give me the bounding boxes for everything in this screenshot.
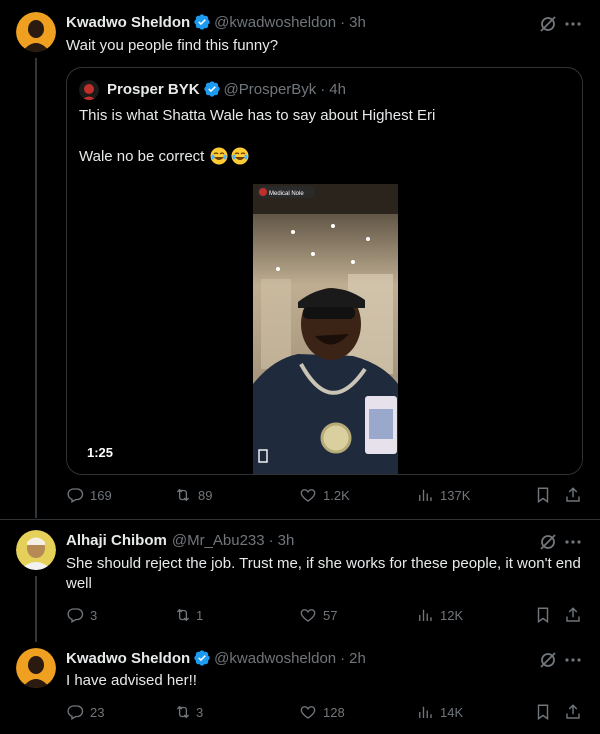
- reply-icon: [67, 705, 84, 720]
- tweet-2[interactable]: Alhaji Chibom @Mr_Abu233 · 3h She should…: [0, 520, 600, 638]
- tweet-3[interactable]: Kwadwo Sheldon @kwadwosheldon · 2h I hav…: [0, 638, 600, 734]
- repost-button[interactable]: 3: [174, 703, 203, 721]
- verified-badge-icon: [193, 649, 211, 667]
- views-count: 14K: [440, 704, 464, 720]
- quote-text-line2: Wale no be correct: [79, 147, 249, 165]
- reply-count: 169: [90, 487, 112, 503]
- verified-badge-icon: [193, 13, 211, 31]
- tweet-1[interactable]: Kwadwo Sheldon @kwadwosheldon · 3h Wait …: [0, 0, 600, 520]
- repost-icon: [176, 488, 190, 502]
- author-handle[interactable]: @kwadwosheldon: [214, 650, 336, 667]
- bookmark-icon[interactable]: [534, 486, 552, 504]
- action-bar: 169 89 1.2K 137K: [66, 486, 583, 506]
- avatar[interactable]: [16, 648, 56, 688]
- repost-icon: [176, 608, 190, 622]
- timestamp[interactable]: 3h: [349, 14, 366, 31]
- author-name[interactable]: Alhaji Chibom: [66, 532, 167, 549]
- views-button[interactable]: 137K: [416, 486, 470, 504]
- quote-text-line2-text: Wale no be correct: [79, 147, 205, 165]
- author-name[interactable]: Kwadwo Sheldon: [66, 14, 190, 31]
- reply-button[interactable]: 3: [66, 606, 97, 624]
- repost-icon: [176, 705, 190, 719]
- more-icon[interactable]: [563, 532, 583, 552]
- repost-button[interactable]: 1: [174, 606, 203, 624]
- quote-avatar[interactable]: [79, 80, 99, 100]
- tweet-text: Wait you people find this funny?: [66, 37, 279, 54]
- like-icon: [300, 489, 316, 502]
- like-icon: [300, 706, 316, 719]
- timestamp[interactable]: 3h: [278, 532, 295, 549]
- more-icon[interactable]: [563, 14, 583, 34]
- reply-count: 3: [90, 607, 98, 623]
- share-icon[interactable]: [564, 606, 582, 624]
- quote-author-name[interactable]: Prosper BYK: [107, 81, 200, 98]
- like-count: 1.2K: [323, 487, 350, 503]
- author-handle[interactable]: @Mr_Abu233: [172, 532, 265, 549]
- separator-dot: ·: [268, 532, 274, 549]
- like-count: 128: [323, 704, 345, 720]
- action-bar: 3 1 57 12K: [66, 606, 583, 626]
- laughing-emoji-icon: [210, 147, 228, 165]
- author-handle[interactable]: @kwadwosheldon: [214, 14, 336, 31]
- views-icon: [419, 609, 432, 621]
- share-icon[interactable]: [564, 703, 582, 721]
- tweet-text: I have advised her!!: [66, 672, 197, 689]
- quote-timestamp[interactable]: 4h: [329, 81, 346, 98]
- grok-icon[interactable]: [538, 14, 558, 34]
- verified-badge-icon: [203, 80, 221, 98]
- repost-count: 3: [196, 704, 204, 720]
- video-thumbnail[interactable]: Medical Nole: [253, 184, 398, 474]
- avatar[interactable]: [16, 12, 56, 52]
- author-name[interactable]: Kwadwo Sheldon: [66, 650, 190, 667]
- repost-button[interactable]: 89: [174, 486, 212, 504]
- views-icon: [419, 706, 432, 718]
- share-icon[interactable]: [564, 486, 582, 504]
- repost-count: 1: [196, 607, 204, 623]
- views-button[interactable]: 12K: [416, 606, 463, 624]
- laughing-emoji-icon: [231, 147, 249, 165]
- avatar[interactable]: [16, 530, 56, 570]
- reply-count: 23: [90, 704, 105, 720]
- like-count: 57: [323, 607, 338, 623]
- bookmark-icon[interactable]: [534, 703, 552, 721]
- views-count: 137K: [440, 487, 471, 503]
- like-button[interactable]: 128: [299, 703, 345, 721]
- action-bar: 23 3 128 14K: [66, 703, 583, 723]
- more-icon[interactable]: [563, 650, 583, 670]
- reply-icon: [67, 488, 84, 503]
- bookmark-icon[interactable]: [534, 606, 552, 624]
- views-button[interactable]: 14K: [416, 703, 463, 721]
- like-icon: [300, 609, 316, 622]
- tweet-text: She should reject the job. Trust me, if …: [66, 555, 581, 592]
- reply-button[interactable]: 169: [66, 486, 112, 504]
- reply-icon: [67, 608, 84, 623]
- repost-count: 89: [198, 487, 213, 503]
- timestamp[interactable]: 2h: [349, 650, 366, 667]
- video-player[interactable]: Medical Nole 1:25: [67, 184, 582, 474]
- video-duration: 1:25: [87, 445, 114, 460]
- views-icon: [419, 489, 432, 501]
- like-button[interactable]: 57: [299, 606, 337, 624]
- grok-icon[interactable]: [538, 532, 558, 552]
- separator-dot: ·: [320, 80, 326, 98]
- grok-icon[interactable]: [538, 650, 558, 670]
- quote-author-handle[interactable]: @ProsperByk: [224, 81, 317, 98]
- quote-text-line1: This is what Shatta Wale has to say abou…: [79, 107, 436, 124]
- views-count: 12K: [440, 607, 464, 623]
- separator-dot: ·: [340, 13, 346, 31]
- like-button[interactable]: 1.2K: [299, 486, 350, 504]
- quoted-tweet[interactable]: Prosper BYK @ProsperByk · 4h This is wha…: [66, 67, 583, 475]
- video-watermark: Medical Nole: [269, 191, 304, 197]
- separator-dot: ·: [340, 649, 346, 667]
- reply-button[interactable]: 23: [66, 703, 104, 721]
